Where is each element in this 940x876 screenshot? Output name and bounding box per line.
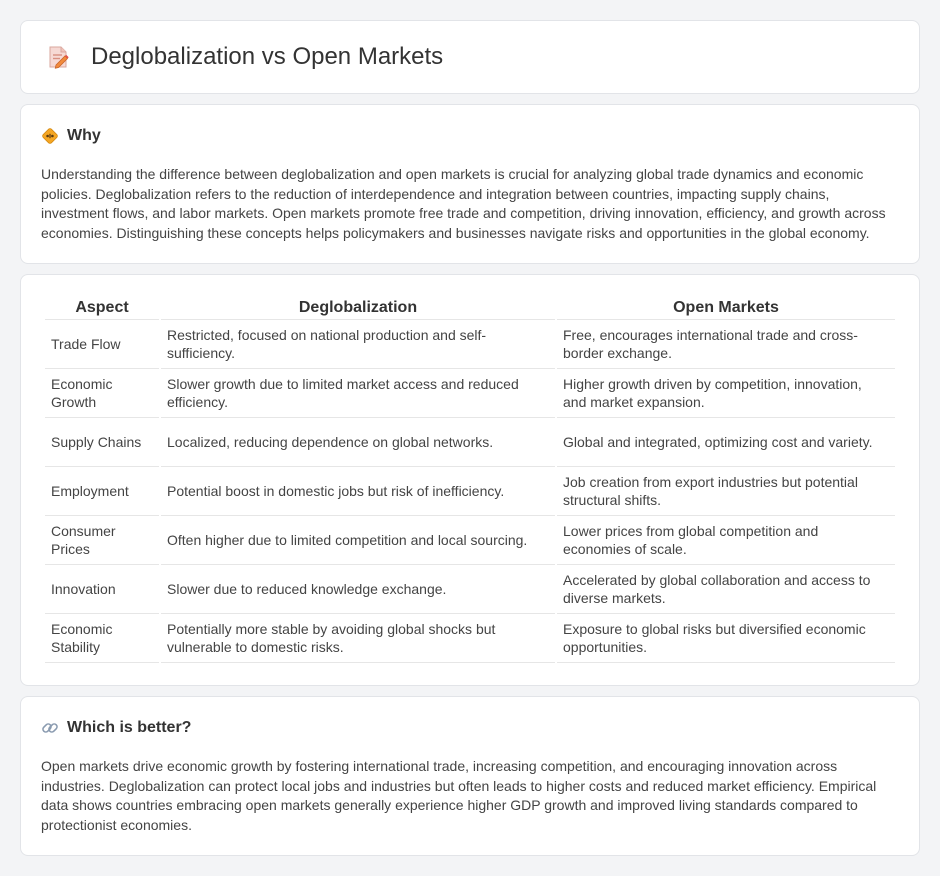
open-markets-cell: Global and integrated, optimizing cost a… (557, 418, 895, 467)
deglobalization-cell: Often higher due to limited competition … (161, 516, 555, 565)
aspect-cell: Innovation (45, 565, 159, 614)
aspect-cell: Consumer Prices (45, 516, 159, 565)
deglobalization-cell: Potential boost in domestic jobs but ris… (161, 467, 555, 516)
table-row: Economic Stability Potentially more stab… (45, 614, 895, 663)
which-better-text: Open markets drive economic growth by fo… (41, 758, 877, 833)
table-row: Trade Flow Restricted, focused on nation… (45, 320, 895, 369)
header-aspect: Aspect (45, 295, 159, 320)
why-section: Why Understanding the difference between… (20, 104, 920, 264)
table-row: Economic Growth Slower growth due to lim… (45, 369, 895, 418)
table-header-row: Aspect Deglobalization Open Markets (45, 295, 895, 320)
deglobalization-cell: Localized, reducing dependence on global… (161, 418, 555, 467)
open-markets-cell: Accelerated by global collaboration and … (557, 565, 895, 614)
why-title: Why (67, 127, 101, 144)
table-row: Consumer Prices Often higher due to limi… (45, 516, 895, 565)
page-title: Deglobalization vs Open Markets (91, 43, 444, 70)
which-better-section: Which is better? Open markets drive econ… (20, 696, 920, 856)
table-row: Employment Potential boost in domestic j… (45, 467, 895, 516)
which-better-title: Which is better? (67, 719, 192, 736)
aspect-cell: Supply Chains (45, 418, 159, 467)
open-markets-cell: Free, encourages international trade and… (557, 320, 895, 369)
deglobalization-cell: Potentially more stable by avoiding glob… (161, 614, 555, 663)
header-card: Deglobalization vs Open Markets (20, 20, 920, 94)
why-text: Understanding the difference between deg… (41, 166, 886, 241)
table-row: Innovation Slower due to reduced knowled… (45, 565, 895, 614)
aspect-cell: Employment (45, 467, 159, 516)
link-icon (41, 719, 59, 737)
comparison-table: Aspect Deglobalization Open Markets Trad… (43, 295, 897, 663)
document-pen-icon (45, 44, 71, 70)
diamond-sign-icon (41, 127, 59, 145)
deglobalization-cell: Slower growth due to limited market acce… (161, 369, 555, 418)
aspect-cell: Trade Flow (45, 320, 159, 369)
open-markets-cell: Exposure to global risks but diversified… (557, 614, 895, 663)
open-markets-cell: Job creation from export industries but … (557, 467, 895, 516)
comparison-card: Aspect Deglobalization Open Markets Trad… (20, 274, 920, 686)
open-markets-cell: Higher growth driven by competition, inn… (557, 369, 895, 418)
aspect-cell: Economic Stability (45, 614, 159, 663)
open-markets-cell: Lower prices from global competition and… (557, 516, 895, 565)
header-deglobalization: Deglobalization (161, 295, 555, 320)
table-row: Supply Chains Localized, reducing depend… (45, 418, 895, 467)
aspect-cell: Economic Growth (45, 369, 159, 418)
deglobalization-cell: Restricted, focused on national producti… (161, 320, 555, 369)
deglobalization-cell: Slower due to reduced knowledge exchange… (161, 565, 555, 614)
header-open-markets: Open Markets (557, 295, 895, 320)
